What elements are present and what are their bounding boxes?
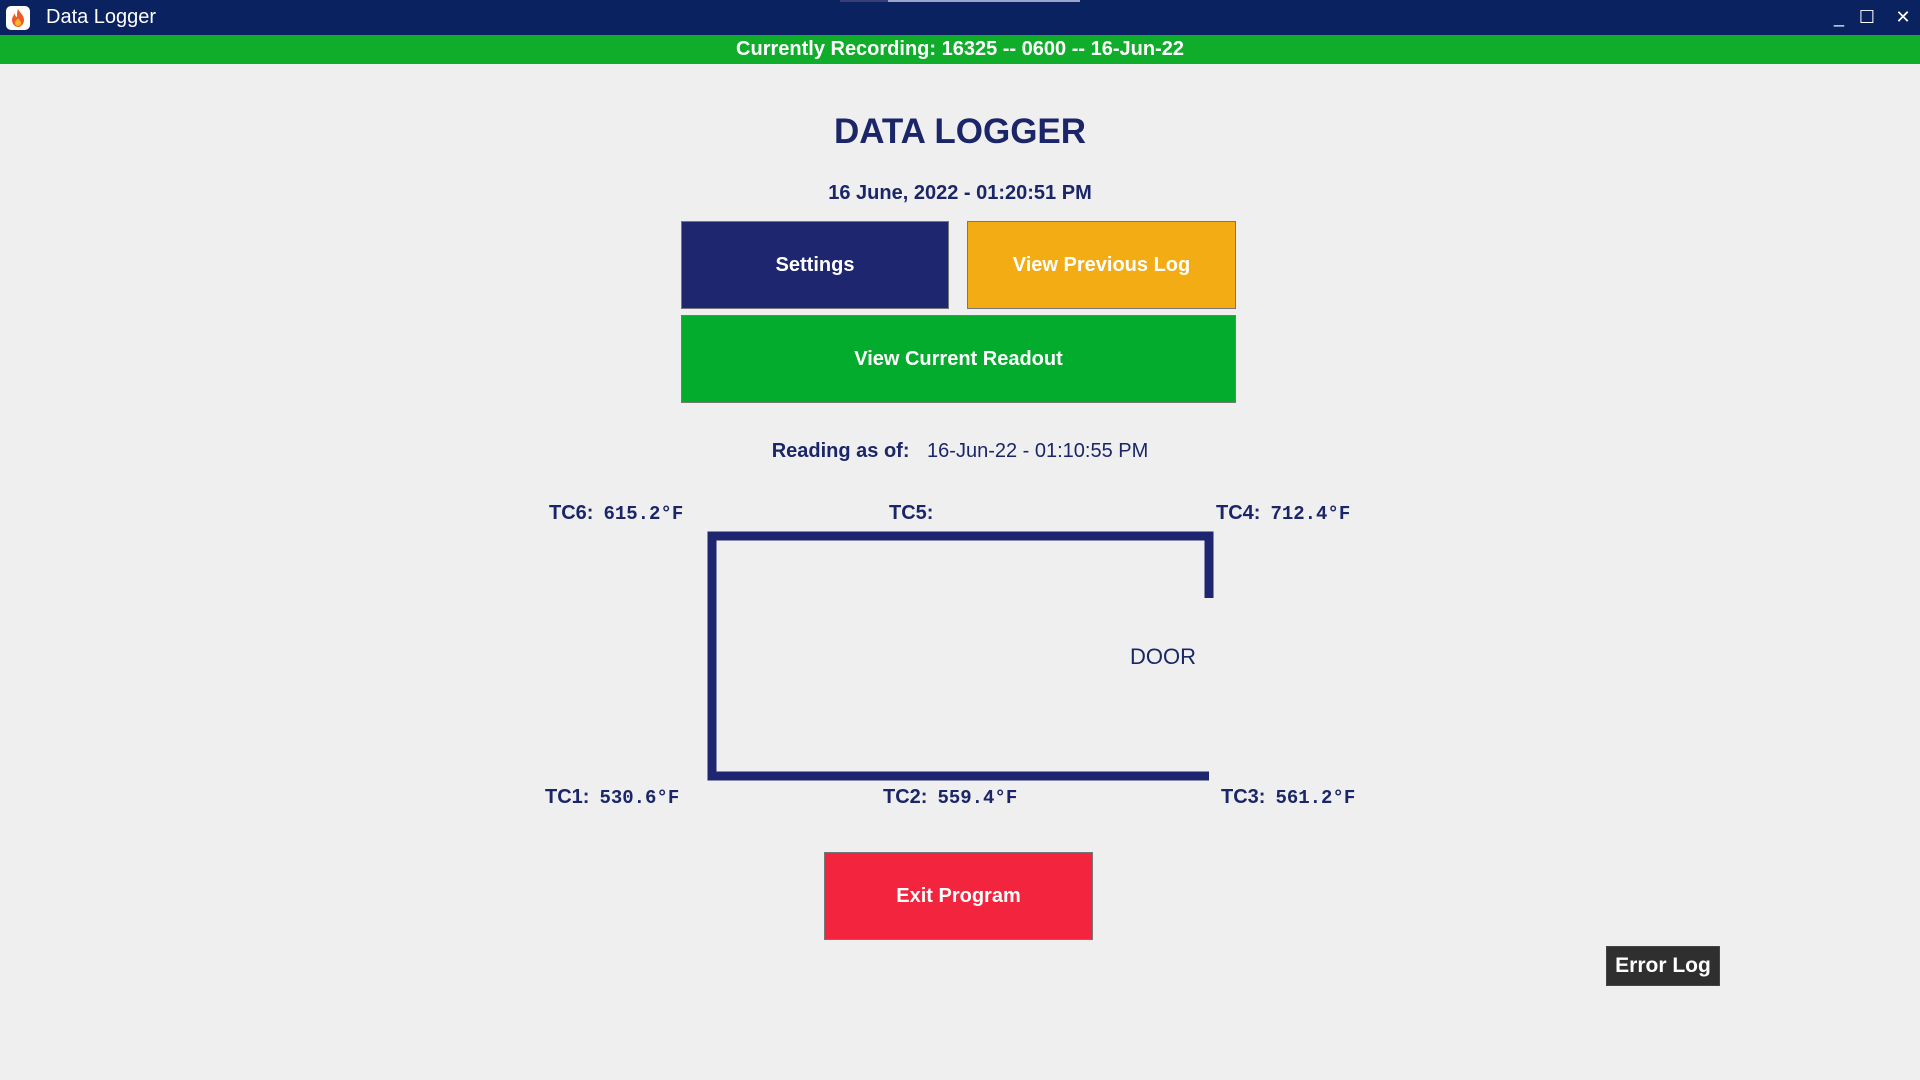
tc2-value: 559.4°F (937, 787, 1018, 809)
reading-label: Reading as of: (771, 440, 910, 462)
door-label: DOOR (1130, 644, 1196, 669)
current-datetime: 16 June, 2022 - 01:20:51 PM (828, 182, 1092, 204)
view-previous-log-button[interactable]: View Previous Log (967, 221, 1236, 309)
reading-timestamp: Reading as of: 16-Jun-22 - 01:10:55 PM (0, 440, 1920, 463)
close-button[interactable]: ✕ (1890, 4, 1916, 30)
title-bar: Data Logger _ ☐ ✕ (0, 0, 1920, 35)
settings-button[interactable]: Settings (681, 221, 949, 309)
tc1-value: 530.6°F (599, 787, 680, 809)
tc5-reading: TC5: (889, 502, 943, 525)
recording-status-banner: Currently Recording: 16325 -- 0600 -- 16… (0, 35, 1920, 64)
page-title: DATA LOGGER (833, 112, 1087, 151)
tc1-label: TC1: (545, 786, 590, 808)
app-window: Data Logger _ ☐ ✕ Currently Recording: 1… (0, 0, 1920, 1080)
tc3-reading: TC3: 561.2°F (1221, 786, 1355, 809)
tc4-reading: TC4: 712.4°F (1216, 502, 1350, 525)
tc6-reading: TC6: 615.2°F (549, 502, 683, 525)
maximize-button[interactable]: ☐ (1854, 4, 1880, 30)
tc4-value: 712.4°F (1270, 503, 1351, 525)
tc2-reading: TC2: 559.4°F (883, 786, 1017, 809)
title-bar-accent-dark (840, 0, 888, 2)
tc1-reading: TC1: 530.6°F (545, 786, 679, 809)
tc6-label: TC6: (549, 502, 594, 524)
window-title: Data Logger (46, 6, 157, 28)
minimize-button[interactable]: _ (1826, 4, 1852, 30)
exit-program-button[interactable]: Exit Program (824, 852, 1093, 940)
tc3-value: 561.2°F (1275, 787, 1356, 809)
tc4-label: TC4: (1216, 502, 1261, 524)
tc6-value: 615.2°F (603, 503, 684, 525)
tc5-label: TC5: (889, 502, 934, 524)
flame-icon (6, 6, 30, 30)
tc3-label: TC3: (1221, 786, 1266, 808)
reading-value: 16-Jun-22 - 01:10:55 PM (927, 440, 1149, 462)
view-current-readout-button[interactable]: View Current Readout (681, 315, 1236, 403)
error-log-button[interactable]: Error Log (1606, 946, 1720, 986)
tc2-label: TC2: (883, 786, 928, 808)
